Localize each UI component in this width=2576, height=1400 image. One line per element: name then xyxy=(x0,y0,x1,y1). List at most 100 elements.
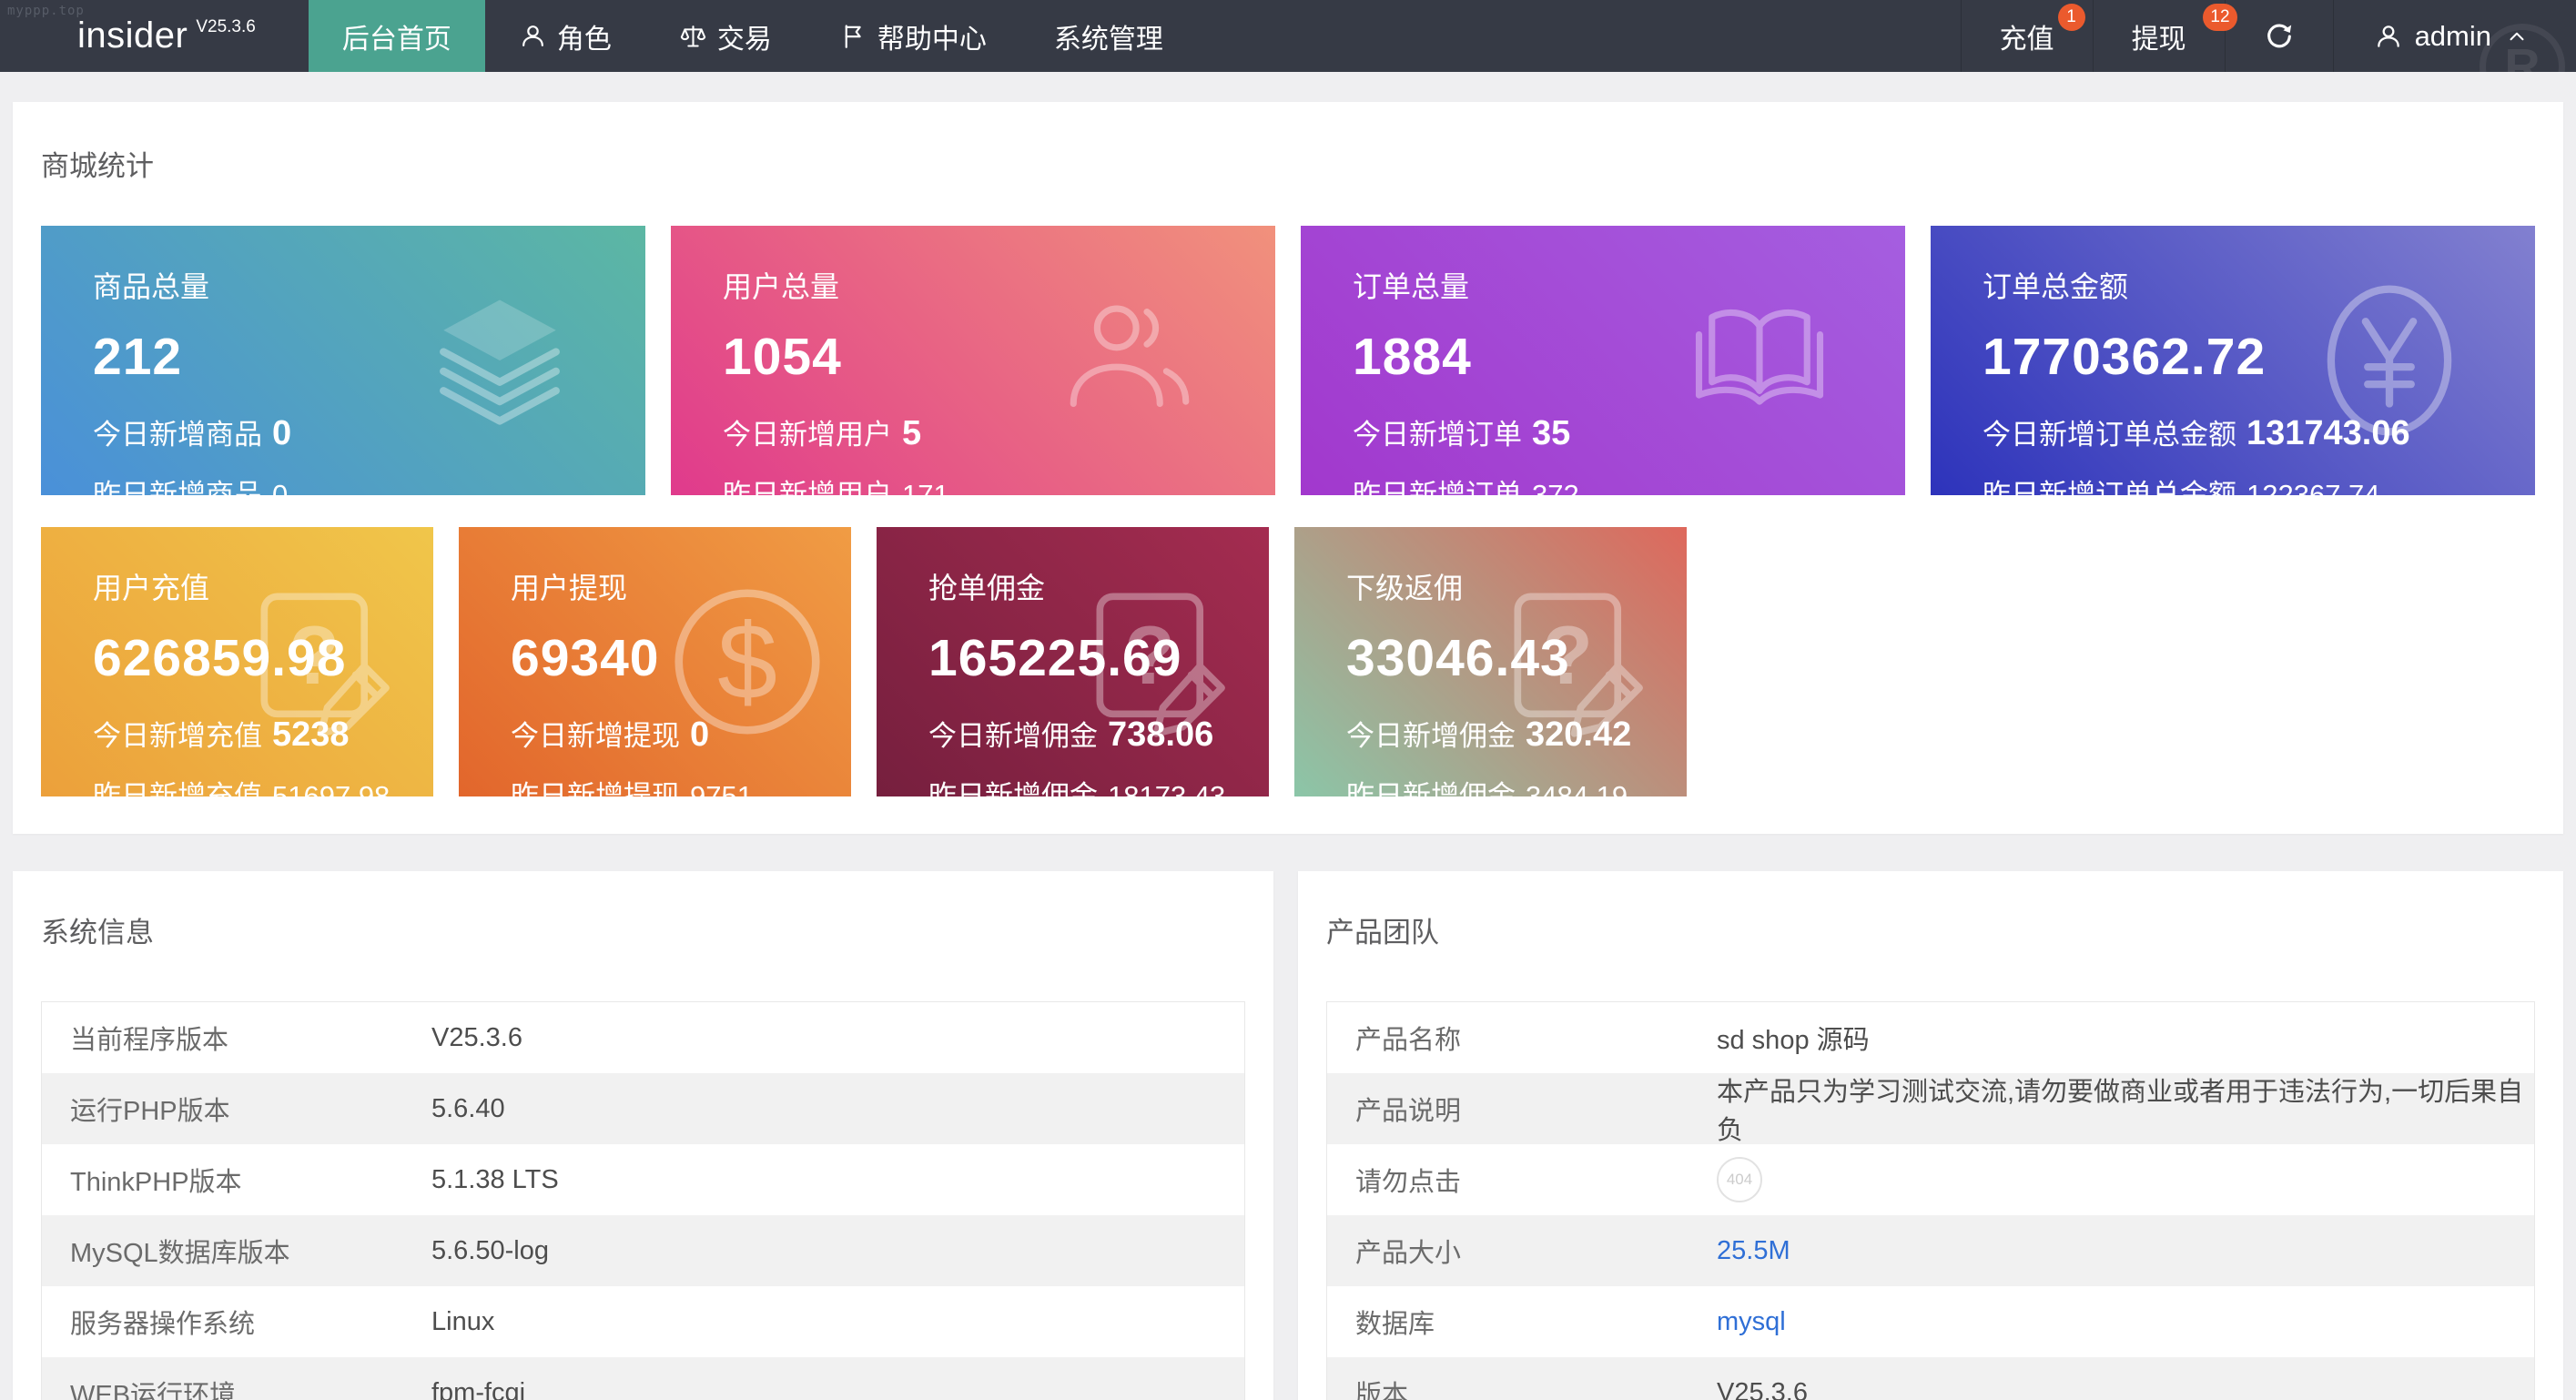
withdraw-button[interactable]: 提现 12 xyxy=(2093,0,2225,72)
today-value: 738.06 xyxy=(1108,715,1213,754)
nav-tab-label: 后台首页 xyxy=(342,16,451,56)
section-title-system-info: 系统信息 xyxy=(41,909,1245,950)
yesterday-value: 51697.98 xyxy=(272,780,390,796)
logo-text: insider xyxy=(77,15,188,56)
yesterday-value: 0 xyxy=(272,479,288,495)
recharge-badge: 1 xyxy=(2058,4,2085,31)
card-value: 1054 xyxy=(723,327,1275,387)
row-label: 版本 xyxy=(1327,1374,1717,1400)
card-today-line: 今日新增佣金320.42 xyxy=(1346,713,1687,755)
card-yesterday-line: 昨日新增佣金3484.19 xyxy=(1346,773,1687,796)
card-title: 用户充值 xyxy=(93,565,433,607)
mall-stats-panel: 商城统计 商品总量 212 今日新增商品0 昨日新增商品0 用户总量 1054 … xyxy=(13,102,2563,834)
row-value: sd shop 源码 xyxy=(1717,1019,2534,1057)
card-value: 1770362.72 xyxy=(1983,327,2535,387)
nav-tab-dashboard[interactable]: 后台首页 xyxy=(309,0,485,72)
row-value: V25.3.6 xyxy=(1717,1378,2534,1400)
nav-tab-roles[interactable]: 角色 xyxy=(485,0,645,72)
today-value: 131743.06 xyxy=(2246,414,2410,452)
row-label: 当前程序版本 xyxy=(42,1019,431,1057)
nav-tab-label: 交易 xyxy=(717,16,772,56)
recharge-label: 充值 xyxy=(2000,16,2054,56)
navbar-actions: 充值 1 提现 12 admin R xyxy=(1961,0,2576,72)
page-watermark: myppp.top xyxy=(7,4,85,18)
card-value: 626859.98 xyxy=(93,628,433,688)
scale-icon xyxy=(679,22,707,50)
yesterday-label: 昨日新增订单 xyxy=(1353,479,1522,495)
card-title: 订单总金额 xyxy=(1983,264,2535,306)
product-size-link[interactable]: 25.5M xyxy=(1717,1236,2534,1266)
stat-card-user-withdraw: 用户提现 69340 今日新增提现0 昨日新增提现9751 $ xyxy=(459,527,851,796)
card-title: 下级返佣 xyxy=(1346,565,1687,607)
table-row: 产品大小 25.5M xyxy=(1327,1215,2534,1286)
row-label: 请勿点击 xyxy=(1327,1161,1717,1199)
row-value: 5.6.40 xyxy=(431,1094,1244,1124)
row-value: 5.1.38 LTS xyxy=(431,1165,1244,1195)
user-menu[interactable]: admin xyxy=(2333,0,2576,72)
card-value: 165225.69 xyxy=(928,628,1269,688)
bottom-panels: 系统信息 当前程序版本 V25.3.6 运行PHP版本 5.6.40 Think… xyxy=(13,871,2563,1400)
table-row: 数据库 mysql xyxy=(1327,1286,2534,1357)
username: admin xyxy=(2415,20,2491,53)
table-row: WEB运行环境 fpm-fcgi xyxy=(42,1357,1244,1400)
refresh-button[interactable] xyxy=(2225,0,2333,72)
row-label: 服务器操作系统 xyxy=(42,1303,431,1341)
row-label: ThinkPHP版本 xyxy=(42,1161,431,1199)
row-value: 5.6.50-log xyxy=(431,1236,1244,1266)
yesterday-label: 昨日新增佣金 xyxy=(928,780,1098,796)
table-row: 产品名称 sd shop 源码 xyxy=(1327,1002,2534,1073)
product-team-table: 产品名称 sd shop 源码 产品说明 本产品只为学习测试交流,请勿要做商业或… xyxy=(1326,1001,2535,1400)
system-info-panel: 系统信息 当前程序版本 V25.3.6 运行PHP版本 5.6.40 Think… xyxy=(13,871,1273,1400)
yesterday-value: 122367.74 xyxy=(2246,479,2380,495)
yesterday-value: 171 xyxy=(902,479,949,495)
404-badge[interactable]: 404 xyxy=(1717,1157,1762,1202)
card-yesterday-line: 昨日新增佣金18173.43 xyxy=(928,773,1269,796)
card-today-line: 今日新增佣金 738.06 xyxy=(928,713,1269,755)
card-value: 212 xyxy=(93,327,645,387)
card-title: 抢单佣金 xyxy=(928,565,1269,607)
product-team-panel: 产品团队 产品名称 sd shop 源码 产品说明 本产品只为学习测试交流,请勿… xyxy=(1298,871,2563,1400)
flag-icon xyxy=(839,22,867,50)
nav-tab-help-center[interactable]: 帮助中心 xyxy=(806,0,1020,72)
top-navbar: myppp.top insider V25.3.6 后台首页 角色 交易 帮助中… xyxy=(0,0,2576,72)
yesterday-label: 昨日新增佣金 xyxy=(1346,780,1516,796)
card-today-line: 今日新增订单总金额131743.06 xyxy=(1983,411,2535,453)
today-label: 今日新增充值 xyxy=(93,720,262,752)
stats-cards-row-2: 用户充值 626859.98 今日新增充值 5238 昨日新增充值51697.98… xyxy=(41,527,2535,796)
card-title: 商品总量 xyxy=(93,264,645,306)
table-row: 产品说明 本产品只为学习测试交流,请勿要做商业或者用于违法行为,一切后果自负 xyxy=(1327,1073,2534,1144)
today-value: 320.42 xyxy=(1526,715,1631,754)
table-row: 当前程序版本 V25.3.6 xyxy=(42,1002,1244,1073)
card-yesterday-line: 昨日新增订单总金额122367.74 xyxy=(1983,472,2535,495)
table-row: ThinkPHP版本 5.1.38 LTS xyxy=(42,1144,1244,1215)
today-label: 今日新增订单 xyxy=(1353,419,1522,451)
recharge-button[interactable]: 充值 1 xyxy=(1961,0,2093,72)
today-value: 0 xyxy=(272,414,291,452)
row-label: 产品名称 xyxy=(1327,1019,1717,1057)
today-label: 今日新增佣金 xyxy=(928,720,1098,752)
row-label: 产品大小 xyxy=(1327,1232,1717,1270)
nav-tab-system-management[interactable]: 系统管理 xyxy=(1020,0,1197,72)
yesterday-label: 昨日新增用户 xyxy=(723,479,892,495)
card-title: 用户提现 xyxy=(511,565,851,607)
row-label: WEB运行环境 xyxy=(42,1374,431,1400)
section-title-mall-stats: 商城统计 xyxy=(41,143,2535,184)
row-value: V25.3.6 xyxy=(431,1023,1244,1053)
row-value: 本产品只为学习测试交流,请勿要做商业或者用于违法行为,一切后果自负 xyxy=(1717,1070,2534,1147)
card-yesterday-line: 昨日新增充值51697.98 xyxy=(93,773,433,796)
yesterday-value: 372 xyxy=(1532,479,1579,495)
nav-tab-transactions[interactable]: 交易 xyxy=(645,0,806,72)
table-row: 运行PHP版本 5.6.40 xyxy=(42,1073,1244,1144)
stat-card-user-recharge: 用户充值 626859.98 今日新增充值 5238 昨日新增充值51697.98… xyxy=(41,527,433,796)
main-nav: 后台首页 角色 交易 帮助中心 系统管理 xyxy=(309,0,1197,72)
card-value: 69340 xyxy=(511,628,851,688)
nav-tab-label: 系统管理 xyxy=(1054,16,1163,56)
today-value: 5238 xyxy=(272,715,350,754)
stat-card-sub-rebate: 下级返佣 33046.43 今日新增佣金320.42 昨日新增佣金3484.19… xyxy=(1294,527,1687,796)
table-row: 服务器操作系统 Linux xyxy=(42,1286,1244,1357)
row-label: MySQL数据库版本 xyxy=(42,1232,431,1270)
logo-version: V25.3.6 xyxy=(196,17,256,37)
today-label: 今日新增商品 xyxy=(93,419,262,451)
database-link[interactable]: mysql xyxy=(1717,1307,2534,1337)
person-icon xyxy=(519,22,547,50)
